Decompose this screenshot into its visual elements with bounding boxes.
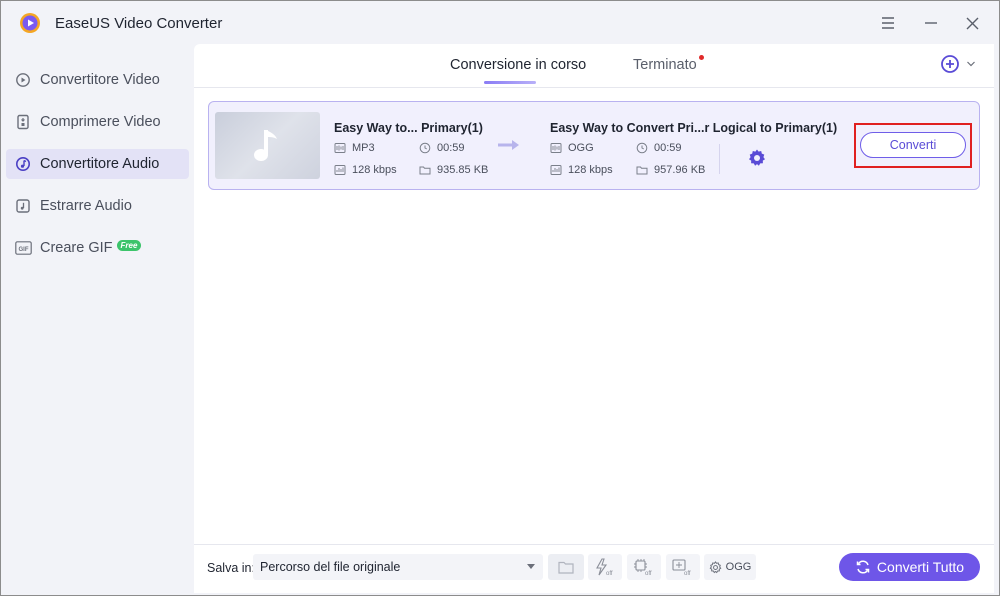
format-icon — [550, 142, 562, 154]
save-in-label: Salva in: — [207, 561, 255, 575]
folder-icon — [558, 561, 574, 574]
sidebar-item-label: Comprimere Video — [40, 114, 161, 130]
extract-audio-icon — [14, 197, 32, 215]
tabs-bar: Conversione in corso Terminato — [194, 44, 994, 88]
app-logo-icon — [20, 13, 40, 33]
audio-convert-icon — [14, 155, 32, 173]
convert-all-button[interactable]: Converti Tutto — [839, 553, 980, 581]
sidebar-item-label: Convertitore Video — [40, 72, 160, 88]
free-badge: Free — [116, 239, 142, 251]
chevron-down-icon[interactable] — [966, 59, 976, 69]
audio-thumbnail — [215, 112, 320, 179]
convert-all-label: Converti Tutto — [876, 559, 965, 575]
tab-converting[interactable]: Conversione in corso — [450, 57, 586, 73]
gpu-off-button[interactable]: off — [627, 554, 661, 580]
convert-button[interactable]: Converti — [860, 132, 966, 158]
target-bitrate: 128 kbps — [550, 164, 613, 176]
clock-icon — [419, 142, 431, 154]
sidebar-item-extract-audio[interactable]: Estrarre Audio — [6, 191, 189, 221]
video-convert-icon — [14, 71, 32, 89]
app-window: EaseUS Video Converter Convertitore Vide… — [0, 0, 1000, 596]
sidebar-item-compress-video[interactable]: Comprimere Video — [6, 107, 189, 137]
gear-icon — [709, 560, 722, 574]
clock-icon — [636, 142, 648, 154]
bottom-bar: Salva in: Percorso del file originale of… — [194, 544, 994, 593]
minimize-icon[interactable] — [920, 12, 942, 34]
active-tab-indicator — [484, 81, 536, 84]
sidebar-item-audio-converter[interactable]: Convertitore Audio — [6, 149, 189, 179]
sidebar-item-label: Creare GIF — [40, 240, 113, 256]
title-bar: EaseUS Video Converter — [1, 1, 999, 45]
target-format: OGG — [550, 142, 594, 154]
bitrate-icon — [334, 164, 346, 176]
target-size: 957.96 KB — [636, 164, 705, 176]
menu-icon[interactable] — [877, 12, 899, 34]
open-folder-button[interactable] — [548, 554, 584, 580]
convert-cycle-icon — [855, 559, 871, 575]
divider — [719, 144, 720, 174]
hardware-accel-off-button[interactable]: off — [588, 554, 622, 580]
merge-off-button[interactable]: off — [666, 554, 700, 580]
save-path-value: Percorso del file originale — [260, 560, 401, 574]
target-file-name: Easy Way to Convert Pri...r Logical to P… — [550, 121, 838, 135]
add-file-icon[interactable] — [940, 54, 960, 74]
merge-off-icon: off — [672, 559, 691, 576]
app-title: EaseUS Video Converter — [55, 15, 223, 32]
sidebar-item-video-converter[interactable]: Convertitore Video — [6, 65, 189, 95]
sidebar-item-label: Estrarre Audio — [40, 198, 132, 214]
source-file-name: Easy Way to... Primary(1) — [334, 121, 483, 135]
svg-text:off: off — [645, 571, 652, 576]
chip-off-icon: off — [634, 559, 652, 576]
save-path-select[interactable]: Percorso del file originale — [253, 554, 543, 580]
source-format: MP3 — [334, 142, 375, 154]
source-duration: 00:59 — [419, 142, 465, 154]
output-format-label: OGG — [725, 561, 752, 573]
tab-finished[interactable]: Terminato — [633, 57, 697, 73]
notification-dot — [699, 55, 704, 60]
main-panel: Conversione in corso Terminato Easy Way … — [194, 44, 994, 593]
sidebar: Convertitore Video Comprimere Video Conv… — [1, 65, 193, 275]
arrow-right-icon — [498, 140, 519, 150]
gif-icon: GIF — [14, 239, 32, 257]
format-icon — [334, 142, 346, 154]
music-note-icon — [253, 129, 277, 161]
target-duration: 00:59 — [636, 142, 682, 154]
bitrate-icon — [550, 164, 562, 176]
lightning-off-icon: off — [596, 558, 613, 576]
source-bitrate: 128 kbps — [334, 164, 397, 176]
folder-icon — [636, 164, 648, 176]
sidebar-item-label: Convertitore Audio — [40, 156, 160, 172]
file-card[interactable]: Easy Way to... Primary(1) MP3 00:59 128 … — [208, 101, 980, 190]
folder-icon — [419, 164, 431, 176]
svg-text:off: off — [606, 571, 613, 576]
dropdown-caret-icon — [527, 564, 535, 569]
sidebar-item-create-gif[interactable]: GIF Creare GIF Free — [6, 233, 189, 263]
source-size: 935.85 KB — [419, 164, 488, 176]
svg-text:GIF: GIF — [18, 247, 28, 253]
svg-text:off: off — [684, 571, 691, 576]
compress-icon — [14, 113, 32, 131]
settings-gear-icon[interactable] — [747, 148, 767, 168]
close-icon[interactable] — [961, 12, 983, 34]
output-format-button[interactable]: OGG — [704, 554, 756, 580]
